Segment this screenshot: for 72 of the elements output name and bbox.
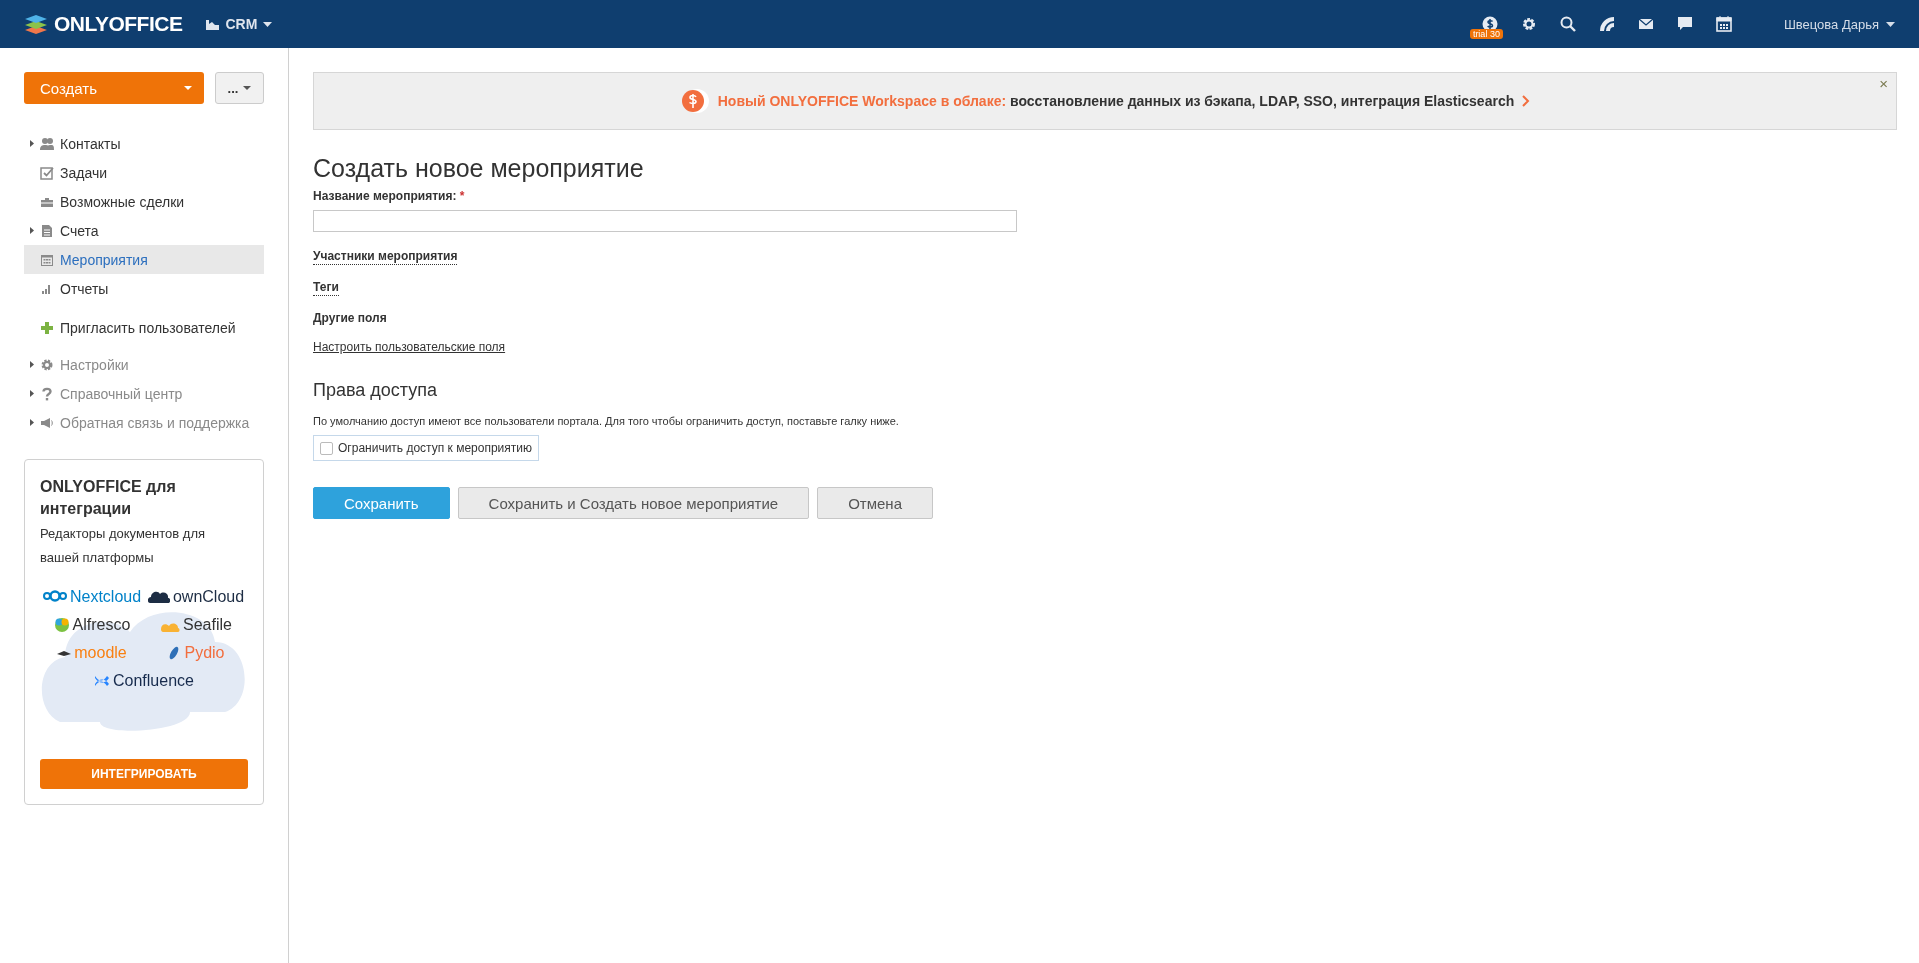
caret-icon bbox=[184, 86, 192, 90]
restrict-access-checkbox[interactable]: Ограничить доступ к мероприятию bbox=[313, 435, 539, 461]
megaphone-icon bbox=[40, 415, 54, 430]
form-button[interactable]: Отмена bbox=[817, 487, 933, 519]
promo-banner[interactable]: Новый ONLYOFFICE Workspace в облаке: восстановление данных из бэкапа, LDAP, SSO, интеграция Elasticsearch × bbox=[313, 72, 1897, 130]
question-icon bbox=[40, 386, 54, 401]
gear-icon bbox=[40, 357, 54, 372]
calendar-icon[interactable] bbox=[1715, 16, 1732, 32]
promo-subtitle: Редакторы документов для вашей платформы bbox=[40, 525, 207, 567]
chevron-icon bbox=[1522, 95, 1531, 107]
plus-icon bbox=[40, 320, 54, 335]
coin-icon bbox=[679, 86, 710, 116]
checkbox-icon bbox=[40, 165, 54, 180]
sidebar-item[interactable]: Обратная связь и поддержка bbox=[40, 408, 264, 437]
custom-fields-link[interactable]: Настроить пользовательские поля bbox=[313, 340, 506, 354]
name-input-field[interactable] bbox=[313, 210, 1017, 232]
sidebar-item[interactable]: Отчеты bbox=[40, 274, 264, 303]
trial-badge: trial 30 bbox=[1469, 29, 1503, 39]
checkbox-label: Ограничить доступ к мероприятию bbox=[338, 441, 532, 455]
page-title: Создать новое мероприятие bbox=[313, 154, 645, 183]
caret-icon bbox=[1886, 21, 1895, 27]
sidebar-item[interactable]: Счета bbox=[40, 216, 264, 245]
section-title: Права доступа bbox=[313, 380, 439, 401]
user-menu[interactable]: Швецова Дарья bbox=[1783, 16, 1895, 32]
section-heading: Другие поля bbox=[313, 311, 387, 325]
checkbox[interactable] bbox=[320, 441, 333, 455]
settings-icon[interactable] bbox=[1520, 16, 1537, 32]
close-button[interactable]: × bbox=[1879, 75, 1888, 92]
logo-icon bbox=[24, 13, 48, 35]
logo-text[interactable]: ONLYOFFICE bbox=[54, 12, 183, 36]
logo-icon bbox=[42, 589, 67, 605]
module-menu[interactable]: CRM bbox=[206, 16, 273, 32]
sidebar-item[interactable]: Контакты bbox=[40, 129, 264, 158]
banner-text: Новый ONLYOFFICE Workspace в облаке: восстановление данных из бэкапа, LDAP, SSO, интеграция Elasticsearch bbox=[717, 93, 1515, 109]
sidebar-item[interactable]: Настройки bbox=[40, 350, 264, 379]
logo-icon bbox=[53, 617, 70, 633]
search-icon[interactable] bbox=[1559, 16, 1576, 32]
partner-logo-text: Confluence bbox=[113, 672, 194, 690]
people-icon bbox=[40, 136, 54, 151]
section-toggle[interactable]: Теги bbox=[313, 280, 339, 296]
partner-logo-text: Seafile bbox=[183, 616, 232, 634]
expand-icon[interactable] bbox=[30, 140, 34, 147]
expand-icon[interactable] bbox=[30, 227, 34, 234]
caret-icon bbox=[263, 21, 273, 27]
mail-icon[interactable] bbox=[1637, 16, 1654, 32]
expand-icon[interactable] bbox=[30, 390, 34, 397]
document-icon bbox=[40, 223, 54, 238]
sidebar-item[interactable]: Задачи bbox=[40, 158, 264, 187]
expand-icon[interactable] bbox=[30, 419, 34, 426]
logo-icon bbox=[94, 673, 110, 689]
partner-logo-text: ownCloud bbox=[172, 588, 245, 606]
more-button[interactable]: ... bbox=[215, 72, 264, 104]
invite-link[interactable]: Пригласить пользователей bbox=[40, 313, 264, 342]
caret-icon bbox=[243, 86, 252, 90]
partner-logo-text: Pydio bbox=[184, 644, 225, 662]
partner-logo-text: Nextcloud bbox=[69, 588, 142, 606]
form-button[interactable]: Сохранить и Создать новое мероприятие bbox=[457, 487, 810, 519]
access-note: По умолчанию доступ имеют все пользователи портала. Для того чтобы ограничить доступ, поставьте галку ниже. bbox=[313, 415, 900, 427]
expand-icon[interactable] bbox=[30, 361, 34, 368]
chat-icon[interactable] bbox=[1676, 16, 1693, 32]
section-toggle[interactable]: Участники мероприятия bbox=[313, 249, 458, 265]
chart-icon bbox=[206, 18, 220, 30]
feed-icon[interactable] bbox=[1598, 16, 1615, 32]
logo-icon bbox=[147, 589, 170, 605]
promo-title: ONLYOFFICE для интеграции bbox=[40, 477, 177, 519]
partner-logo-text: Alfresco bbox=[72, 616, 131, 634]
calendar-icon bbox=[40, 252, 54, 267]
logo-icon bbox=[57, 650, 72, 656]
sidebar-item[interactable]: Справочный центр bbox=[40, 379, 264, 408]
sidebar-item[interactable]: Возможные сделки bbox=[40, 187, 264, 216]
partner-logo-text: moodle bbox=[74, 644, 127, 662]
field-label: Название мероприятия: * bbox=[313, 189, 466, 203]
